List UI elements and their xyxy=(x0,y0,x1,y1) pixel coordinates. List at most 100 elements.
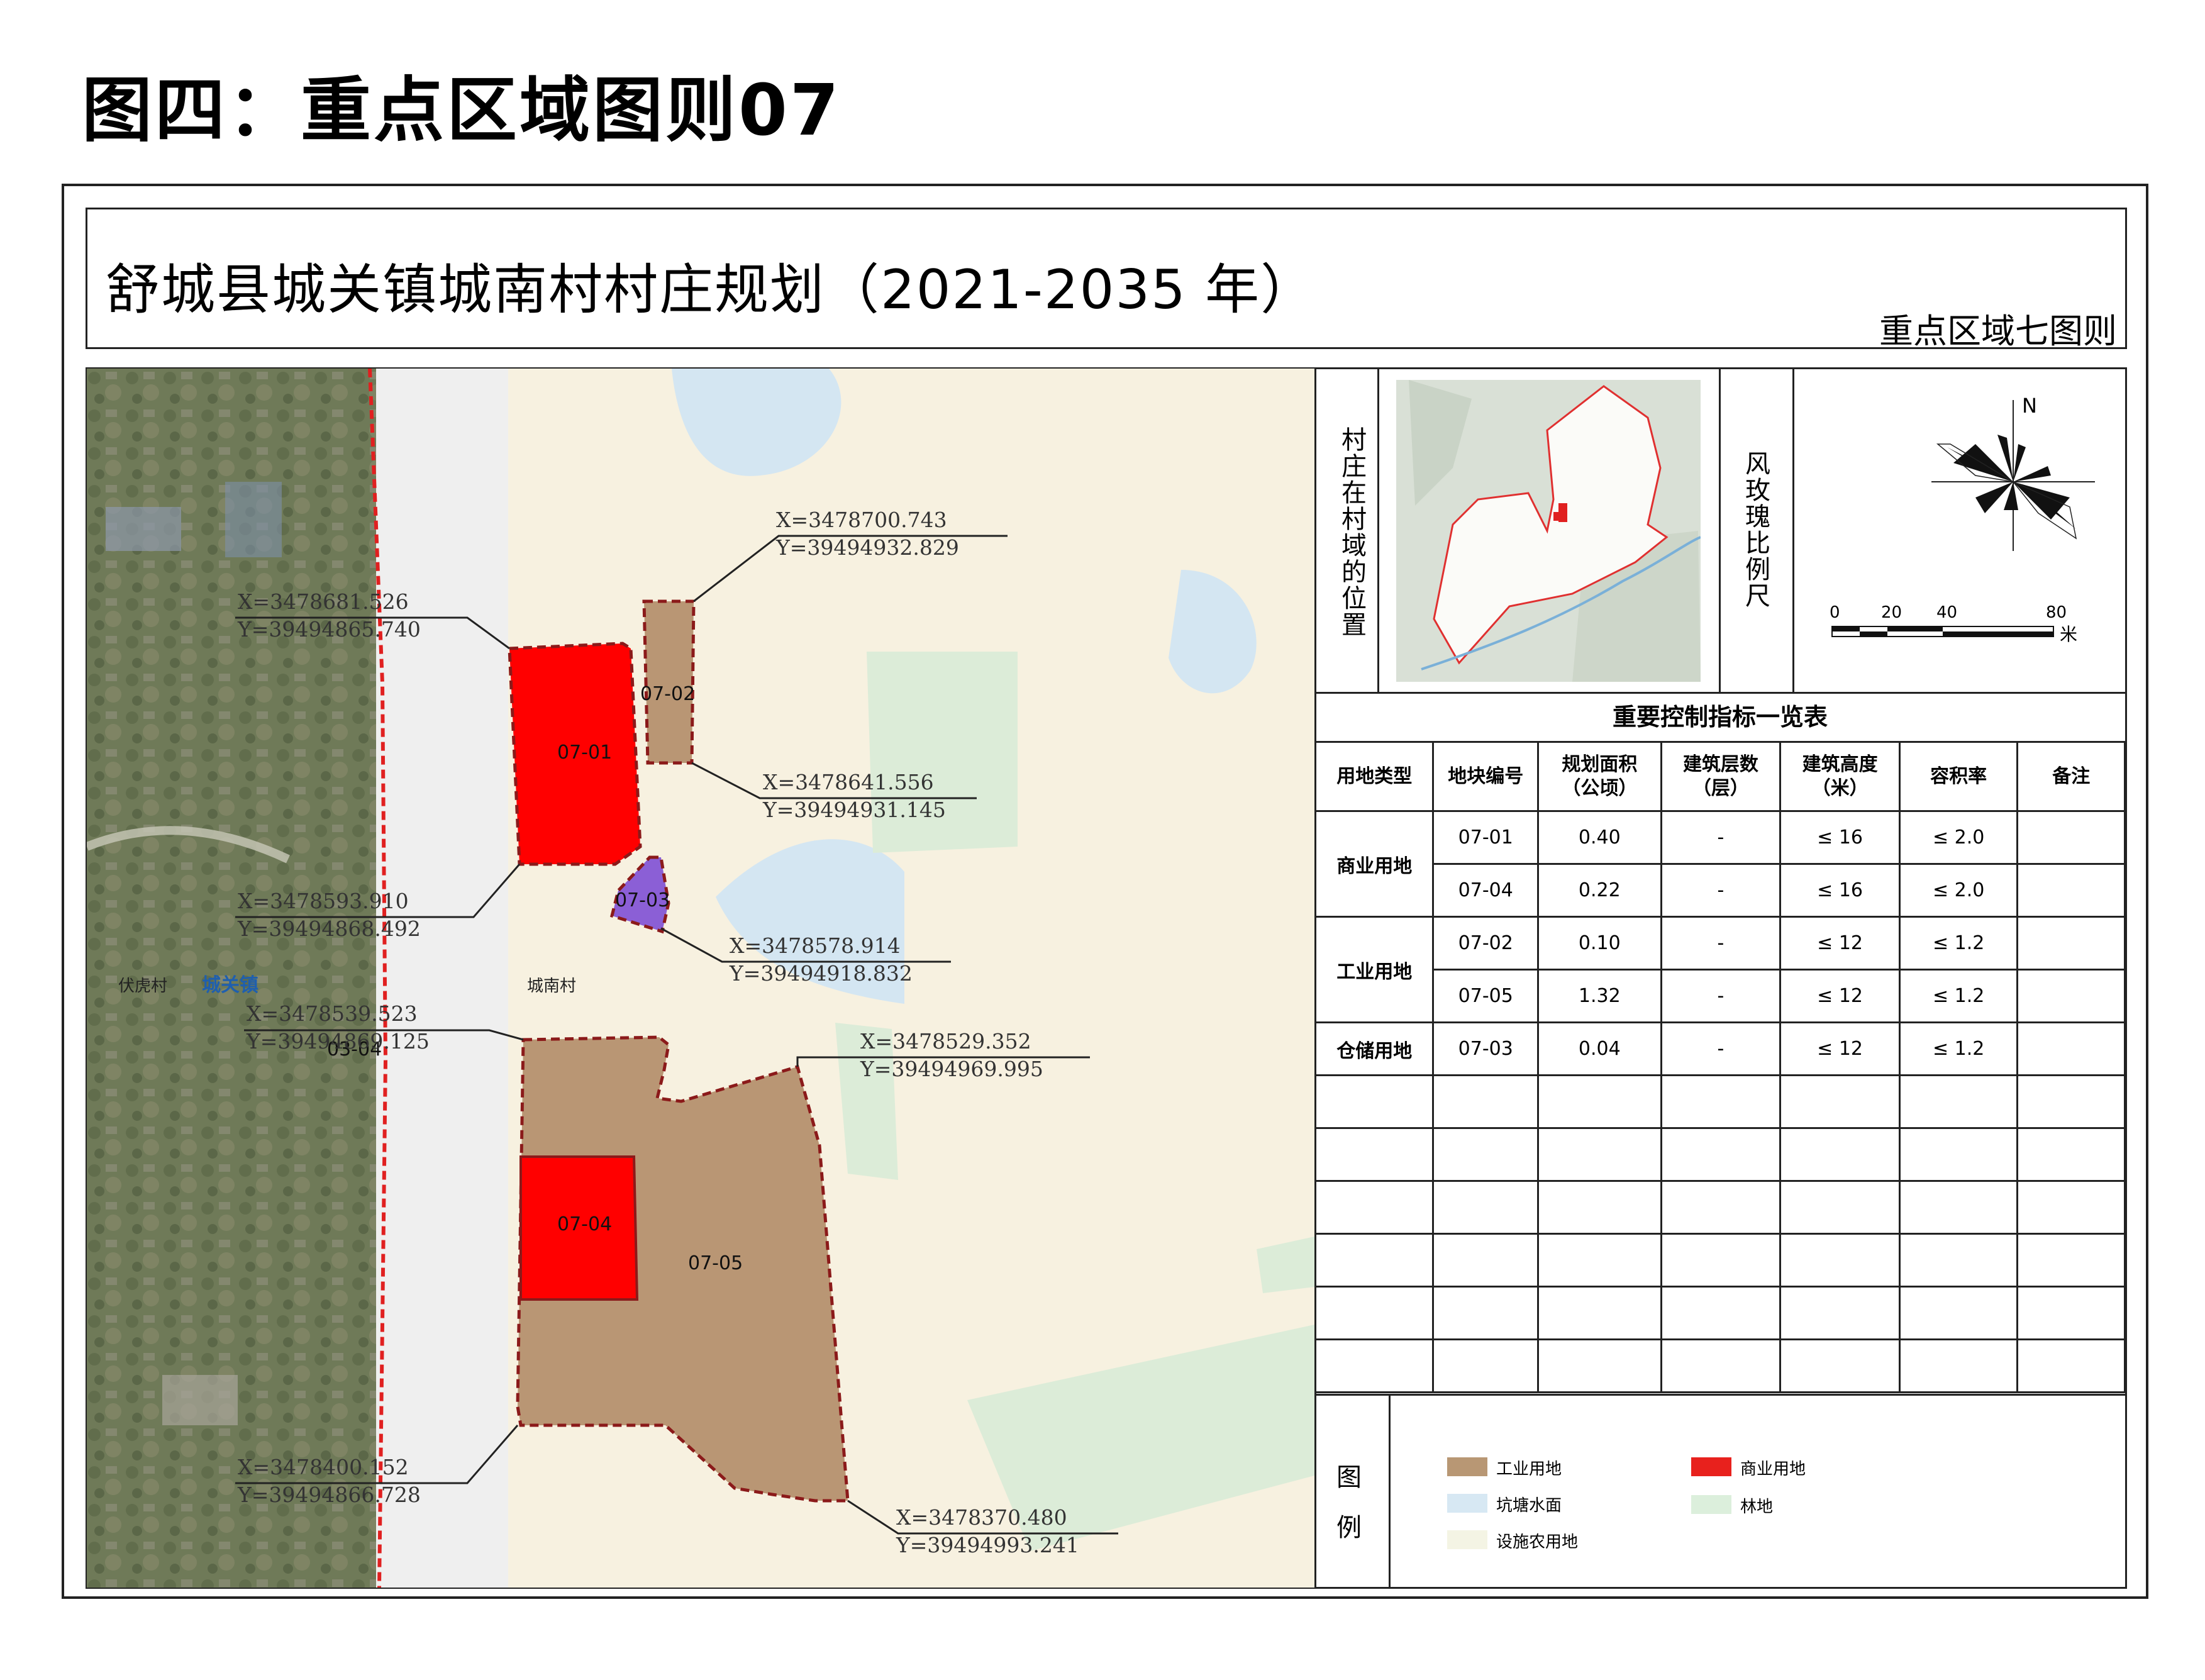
table-cell-note xyxy=(2016,916,2126,971)
table-header-text: （公顷） xyxy=(1562,777,1638,799)
wind-rose-svg: N 0 20 40 80 米 xyxy=(1830,394,2095,645)
coord-y: Y=39494866.728 xyxy=(237,1483,421,1507)
legend-title-cell: 图 例 xyxy=(1314,1396,1390,1588)
legend-title: 图 例 xyxy=(1336,1452,1368,1553)
table-row: 工业用地 07-02 0.10- ≤ 12 ≤ 1.2 xyxy=(1314,916,2126,1023)
place-label-chengnan: 城南村 xyxy=(527,977,576,996)
table-cell-empty xyxy=(1314,1074,1435,1129)
table-cell-area: 0.04 xyxy=(1537,1021,1662,1076)
table-cell-floors: - xyxy=(1660,810,1782,865)
forest-patch xyxy=(867,652,1018,853)
table-cell-far: ≤ 1.2 xyxy=(1898,969,2019,1023)
table-cell-code: 07-04 xyxy=(1432,863,1540,918)
table-header-cell: 用地类型 xyxy=(1314,741,1435,812)
parcel-07-02[interactable] xyxy=(642,599,696,765)
table-cell-height: ≤ 16 xyxy=(1779,810,1901,865)
wind-rose-petals xyxy=(1931,400,2095,551)
table-cell-empty xyxy=(1779,1180,1901,1235)
table-cell-far: ≤ 2.0 xyxy=(1898,810,2019,865)
table-cell-floors: - xyxy=(1660,1021,1782,1076)
table-cell-empty xyxy=(1432,1338,1540,1393)
table-cell-empty xyxy=(2016,1233,2126,1288)
table-cell-empty xyxy=(2016,1074,2126,1129)
table-row: 07-04 0.22- ≤ 16 ≤ 2.0 xyxy=(1316,863,2126,918)
table-cell-land-type: 工业用地 xyxy=(1314,916,1435,1023)
legend-swatch-commercial xyxy=(1691,1457,1731,1476)
legend-label: 设施农用地 xyxy=(1496,1533,1579,1552)
legend-label: 林地 xyxy=(1740,1498,1774,1516)
legend-swatch-forest xyxy=(1691,1495,1731,1514)
table-row: 07-05 1.32- ≤ 12 ≤ 1.2 xyxy=(1316,969,2126,1023)
table-cell-empty xyxy=(1537,1074,1662,1129)
parcel-label: 07-03 xyxy=(615,889,670,911)
legend-label: 商业用地 xyxy=(1740,1460,1806,1479)
table-cell-land-type: 仓储用地 xyxy=(1314,1021,1435,1076)
table-cell-empty xyxy=(1779,1338,1901,1393)
table-header-text: 用地类型 xyxy=(1336,765,1413,787)
table-cell-code: 07-03 xyxy=(1432,1021,1540,1076)
location-inset-map[interactable] xyxy=(1396,380,1701,682)
table-cell-note xyxy=(2016,810,2126,865)
table-cell-code: 07-01 xyxy=(1432,810,1540,865)
page-title: 图四：重点区域图则07 xyxy=(82,70,841,152)
plan-title: 舒城县城关镇城南村村庄规划（2021-2035 年） xyxy=(106,259,1316,321)
table-header-text: 规划面积 xyxy=(1562,754,1638,776)
table-cell-empty xyxy=(1779,1127,1901,1182)
table-header-text: 建筑层数 xyxy=(1682,754,1758,776)
wind-rose: N 0 20 40 80 米 xyxy=(1794,369,2126,692)
coord-x: X=3478641.556 xyxy=(763,770,934,794)
parcel-label: 07-05 xyxy=(688,1252,743,1274)
table-cell-height: ≤ 12 xyxy=(1779,969,1901,1023)
scale-tick: 0 xyxy=(1830,603,1840,622)
building-block xyxy=(225,482,282,557)
table-cell-area: 0.22 xyxy=(1537,863,1662,918)
coord-y: Y=39494932.829 xyxy=(775,535,959,560)
coord-y: Y=39494865.740 xyxy=(237,617,421,642)
parcel-label: 07-01 xyxy=(557,742,612,764)
table-header-cell: 建筑高度 （米） xyxy=(1779,741,1901,812)
inset-map-svg xyxy=(1396,380,1701,682)
table-cell-empty xyxy=(1779,1286,1901,1340)
table-cell-empty xyxy=(1660,1286,1782,1340)
table-cell-empty xyxy=(1779,1233,1901,1288)
table-cell-empty xyxy=(1898,1338,2019,1393)
scale-tick: 40 xyxy=(1936,603,1957,622)
table-cell-empty xyxy=(1537,1338,1662,1393)
table-cell-empty xyxy=(2016,1338,2126,1393)
building-block xyxy=(162,1375,238,1425)
table-cell-far: ≤ 1.2 xyxy=(1898,1021,2019,1076)
table-row-empty xyxy=(1314,1180,2126,1235)
building-block xyxy=(106,507,181,551)
place-label-fuhu: 伏虎村 xyxy=(118,977,167,996)
coord-y: Y=39494868.492 xyxy=(237,916,421,941)
wind-rose-label: 风玫瑰比例尺 xyxy=(1741,450,1770,609)
table-cell-note xyxy=(2016,863,2126,918)
map-area[interactable]: 07-01 07-02 07-03 07-04 07-05 伏虎村 城关镇 城南… xyxy=(87,369,1314,1588)
table-header-text: 地块编号 xyxy=(1448,765,1524,787)
table-cell-empty xyxy=(1660,1180,1782,1235)
table-cell-empty xyxy=(1537,1233,1662,1288)
coord-x: X=3478593.910 xyxy=(238,889,409,913)
table-cell-height: ≤ 12 xyxy=(1779,916,1901,971)
table-cell-empty xyxy=(1314,1180,1435,1235)
table-cell-empty xyxy=(1660,1127,1782,1182)
legend-title-char: 例 xyxy=(1336,1513,1362,1542)
map-svg: 07-01 07-02 07-03 07-04 07-05 伏虎村 城关镇 城南… xyxy=(87,369,1314,1588)
parcel-label: 07-04 xyxy=(557,1213,612,1235)
coord-x: X=3478370.480 xyxy=(896,1505,1067,1530)
table-row: 仓储用地 07-03 0.04- ≤ 12 ≤ 1.2 xyxy=(1314,1021,2126,1076)
table-cell-floors: - xyxy=(1660,863,1782,918)
legend-label: 工业用地 xyxy=(1496,1460,1562,1479)
table-cell-far: ≤ 2.0 xyxy=(1898,863,2019,918)
legend-label: 坑塘水面 xyxy=(1496,1496,1562,1515)
table-cell-land-type: 商业用地 xyxy=(1314,810,1435,918)
table-header-cell: 容积率 xyxy=(1898,741,2019,812)
table-cell-empty xyxy=(1432,1180,1540,1235)
table-cell-floors: - xyxy=(1660,916,1782,971)
legend-title-char: 图 xyxy=(1336,1463,1362,1492)
plan-subtitle: 重点区域七图则 xyxy=(1879,311,2117,351)
table-header-cell: 地块编号 xyxy=(1432,741,1540,812)
table-cell-area: 1.32 xyxy=(1537,969,1662,1023)
north-label: N xyxy=(2022,394,2037,418)
table-row-empty xyxy=(1314,1338,2126,1393)
